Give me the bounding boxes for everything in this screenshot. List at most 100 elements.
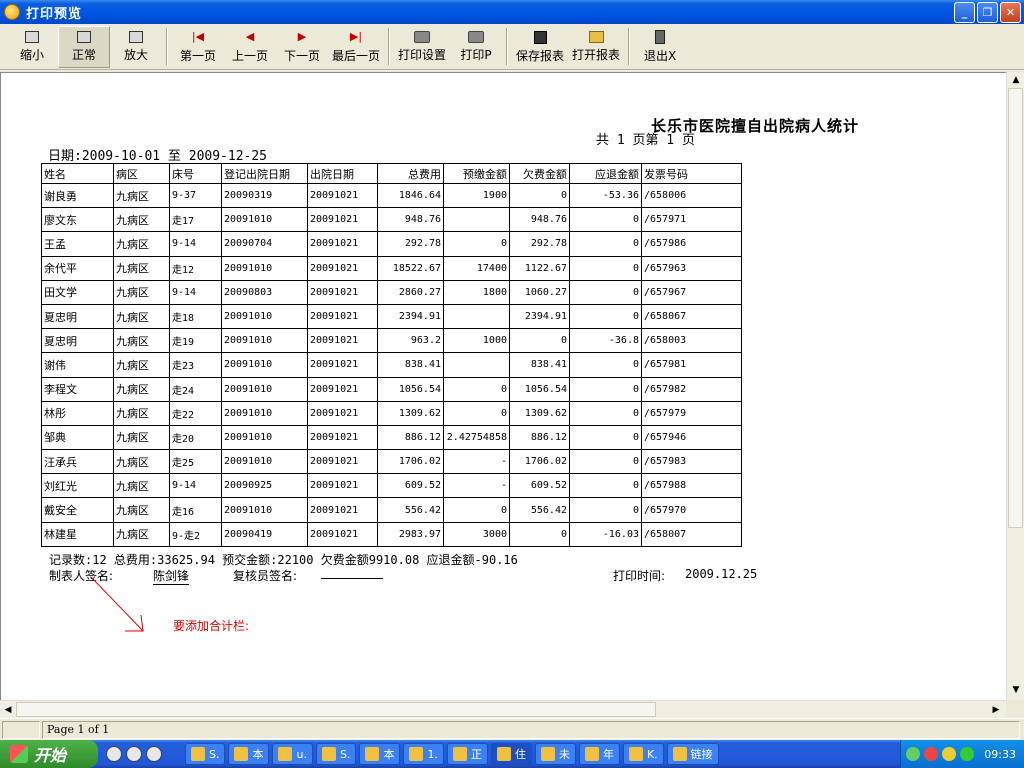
table-cell: 余代平 <box>41 255 114 281</box>
table-row: 林建星 九病区 9-走2 20090419 20091021 2983.97 3000 0 -1… <box>41 521 742 547</box>
table-cell: 王孟 <box>41 231 114 257</box>
taskbar: 开始 S. 本 u. S. 本 1. 正 住 未 年 K. 链接 09:33 <box>0 740 1024 768</box>
taskbar-task-button[interactable]: 本 <box>228 743 270 765</box>
table-cell: 292.78 <box>509 231 570 257</box>
table-cell: 九病区 <box>113 279 170 305</box>
table-cell: 20091021 <box>307 207 378 233</box>
last-page-button[interactable]: ▶| 最后一页 <box>328 26 384 68</box>
table-cell: 20091010 <box>221 376 308 402</box>
table-cell: 0 <box>569 497 642 523</box>
vertical-scroll-thumb[interactable] <box>1008 88 1023 528</box>
taskbar-task-button[interactable]: S. <box>185 743 226 765</box>
table-cell: 0 <box>443 497 510 523</box>
table-cell: 李程文 <box>41 376 114 402</box>
taskbar-task-button[interactable]: 正 <box>446 743 488 765</box>
print-time-value: 2009.12.25 <box>685 567 758 581</box>
table-cell: 走20 <box>169 424 222 451</box>
print-time-label: 打印时间: <box>613 569 666 583</box>
scroll-down-icon[interactable]: ▼ <box>1008 682 1024 698</box>
table-cell: /657982 <box>641 376 742 402</box>
quick-launch-icon[interactable] <box>126 746 142 762</box>
table-cell: 1706.02 <box>509 449 570 475</box>
tray-icon[interactable] <box>960 747 975 761</box>
minimize-button[interactable]: _ <box>954 2 975 23</box>
tray-icon[interactable] <box>924 747 939 761</box>
table-cell: - <box>443 473 510 499</box>
table-cell: 九病区 <box>113 352 170 378</box>
start-button[interactable]: 开始 <box>0 740 98 768</box>
table-row: 廖文东 九病区 走17 20091010 20091021 948.76 948.76 0/6… <box>41 207 742 233</box>
table-cell: 20091021 <box>307 182 378 209</box>
taskbar-task-button[interactable]: S. <box>315 743 357 765</box>
normal-size-button[interactable]: 正常 <box>58 26 110 68</box>
horizontal-scrollbar[interactable]: ◀ ▶ <box>0 700 1006 718</box>
table-cell: 20091010 <box>221 424 308 451</box>
table-cell: 20091021 <box>307 376 378 402</box>
table-cell: 走23 <box>169 352 222 378</box>
table-cell: 17400 <box>443 255 510 281</box>
tray-icon[interactable] <box>942 747 957 761</box>
table-cell: 20090925 <box>221 473 308 499</box>
quick-launch-icon[interactable] <box>146 746 162 762</box>
first-page-button[interactable]: |◀ 第一页 <box>172 26 224 68</box>
exit-button[interactable]: 退出X <box>634 26 686 68</box>
table-cell: 20091021 <box>307 497 378 523</box>
table-cell: 汪承兵 <box>41 449 114 475</box>
horizontal-scroll-thumb[interactable] <box>16 702 656 717</box>
taskbar-task-button[interactable]: 年 <box>578 743 620 765</box>
prev-page-button[interactable]: ◀ 上一页 <box>224 26 276 68</box>
table-cell: 3000 <box>443 521 510 547</box>
zoom-in-button[interactable]: 放大 <box>110 26 162 68</box>
report-preview-area[interactable]: 长乐市医院擅自出院病人统计 共 1 页第 1 页 日期:2009-10-01 至… <box>0 72 1008 700</box>
print-button[interactable]: 打印P <box>450 26 502 68</box>
taskbar-task-button[interactable]: 住 <box>490 743 532 765</box>
scroll-left-icon[interactable]: ◀ <box>0 702 16 718</box>
column-header: 病区 <box>113 163 170 184</box>
task-label: 本 <box>252 748 264 761</box>
toolbar-separator <box>628 28 631 65</box>
tray-icon[interactable] <box>906 747 921 761</box>
task-label: 1. <box>427 747 438 761</box>
window-title-bar[interactable]: 打印预览 _ ❐ ✕ <box>0 0 1024 24</box>
task-app-icon <box>540 747 555 761</box>
table-cell: 20091021 <box>307 255 378 281</box>
table-cell: 20091021 <box>307 303 378 330</box>
taskbar-task-button[interactable]: u. <box>272 743 313 765</box>
table-row: 刘红光 九病区 9-14 20090925 20091021 609.52-609.52 0… <box>41 473 742 499</box>
report-page-count: 共 1 页第 1 页 <box>596 133 695 148</box>
print-setup-button[interactable]: 打印设置 <box>394 26 450 68</box>
table-cell: /657979 <box>641 400 742 426</box>
taskbar-task-button[interactable]: 未 <box>534 743 576 765</box>
table-row: 夏忠明 九病区 走18 20091010 20091021 2394.91 2394.91 0… <box>41 303 742 330</box>
taskbar-task-button[interactable]: 本 <box>359 743 401 765</box>
next-page-button[interactable]: ▶ 下一页 <box>276 26 328 68</box>
table-row: 谢良勇 九病区 9-37 20090319 20091021 1846.64 1900 0 -5… <box>41 182 742 209</box>
table-cell: 1846.64 <box>377 182 444 209</box>
restore-button[interactable]: ❐ <box>977 2 998 23</box>
open-report-button[interactable]: 打开报表 <box>568 26 624 68</box>
table-row: 谢伟 九病区 走23 20091010 20091021 838.41 838.41 0/65… <box>41 352 742 378</box>
taskbar-task-button[interactable]: 1. <box>403 743 444 765</box>
taskbar-task-button[interactable]: 链接 <box>666 743 719 765</box>
scroll-up-icon[interactable]: ▲ <box>1008 72 1024 88</box>
open-folder-icon <box>588 31 604 43</box>
scroll-right-icon[interactable]: ▶ <box>988 702 1004 718</box>
table-cell: 18522.67 <box>377 255 444 281</box>
table-cell: 20091021 <box>307 231 378 257</box>
system-tray: 09:33 <box>900 740 1024 768</box>
table-header-row: 姓名 病区 床号 登记出院日期 出院日期 总费用 预缴金额 欠费金额 应退金额 … <box>41 163 742 184</box>
table-cell: 1056.54 <box>377 376 444 402</box>
table-cell: 838.41 <box>377 352 444 378</box>
vertical-scrollbar[interactable]: ▲ ▼ <box>1006 72 1024 700</box>
zoom-out-button[interactable]: 缩小 <box>6 26 58 68</box>
zoom-in-icon <box>129 31 143 43</box>
quick-launch-icon[interactable] <box>106 746 122 762</box>
task-label: 链接 <box>690 748 713 761</box>
close-button[interactable]: ✕ <box>1000 2 1021 23</box>
table-cell: 838.41 <box>509 352 570 378</box>
table-cell: 0 <box>443 231 510 257</box>
table-cell: 20090803 <box>221 279 308 305</box>
task-app-icon <box>278 747 293 761</box>
taskbar-task-button[interactable]: K. <box>622 743 664 765</box>
save-report-button[interactable]: 保存报表 <box>512 26 568 68</box>
